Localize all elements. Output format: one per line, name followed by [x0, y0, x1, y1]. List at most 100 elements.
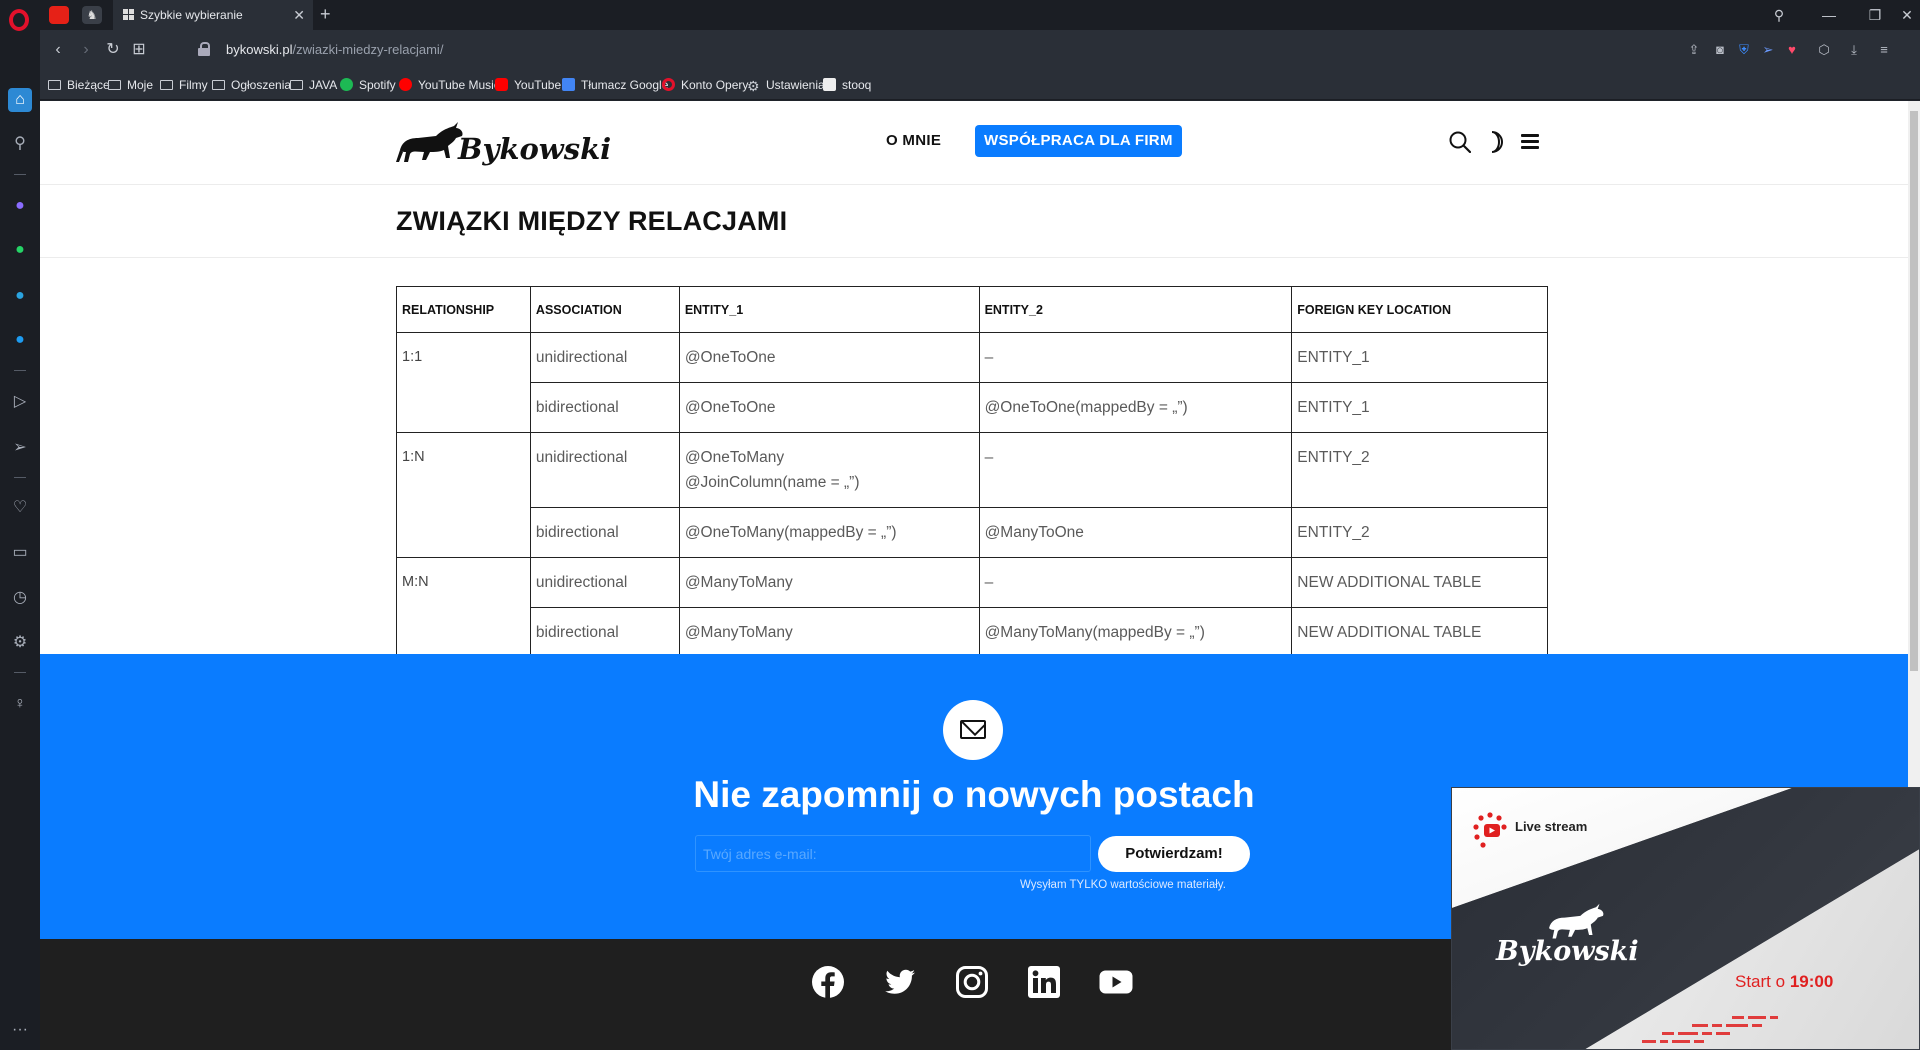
subscribe-button[interactable]: Potwierdzam! — [1098, 836, 1250, 872]
stooq-icon — [823, 78, 836, 91]
reload-button[interactable]: ↻ — [101, 38, 125, 62]
lock-icon — [198, 42, 210, 56]
extensions-icon[interactable]: ⬡ — [1816, 42, 1832, 58]
youtube-tab-icon[interactable] — [49, 6, 69, 24]
folder-icon — [160, 80, 173, 90]
table-cell: unidirectional — [529, 557, 680, 608]
linkedin-icon[interactable] — [1027, 965, 1061, 999]
sidebar-divider — [14, 672, 26, 673]
live-start-hour: 19:00 — [1789, 972, 1834, 991]
bull-tab-icon[interactable]: ♞ — [82, 6, 102, 24]
table-cell: @ManyToMany(mappedBy = „”) — [978, 607, 1293, 658]
back-button[interactable]: ‹ — [46, 38, 70, 62]
url-field[interactable]: bykowski.pl/zwiazki-miedzy-relacjami/ — [226, 42, 443, 57]
bookmark-tlumacz-google[interactable]: Tłumacz Google — [562, 70, 668, 100]
telegram-icon[interactable]: ● — [8, 284, 32, 308]
bookmark-label: YouTube — [514, 78, 562, 92]
column-header: ASSOCIATION — [529, 286, 680, 333]
bookmark-filmy[interactable]: Filmy — [160, 70, 208, 100]
pinboard-heart-icon[interactable]: ♥ — [1784, 42, 1800, 58]
table-cell: – — [978, 557, 1293, 608]
dark-mode-toggle-icon[interactable] — [1483, 130, 1505, 154]
bookmark-moje[interactable]: Moje — [108, 70, 153, 100]
table-cell: – — [978, 432, 1293, 508]
table-cell: @OneToOne — [678, 382, 980, 433]
easy-setup-icon[interactable]: ≡ — [1876, 42, 1892, 58]
search-tabs-icon[interactable]: ⚲ — [1764, 0, 1794, 30]
bookmark-label: stooq — [842, 78, 872, 92]
speed-dial-icon — [123, 9, 134, 20]
table-cell: NEW ADDITIONAL TABLE — [1291, 557, 1548, 608]
hamburger-menu-icon[interactable] — [1521, 134, 1539, 150]
table-cell: ENTITY_1 — [1291, 332, 1548, 383]
youtube-icon[interactable] — [1099, 965, 1133, 999]
vpn-shield-icon[interactable]: ⛨ — [1736, 42, 1752, 58]
table-cell: @OneToMany(mappedBy = „”) — [678, 507, 980, 558]
tab-grid-icon[interactable]: ⊞ — [127, 38, 151, 62]
bookmark-stooq[interactable]: stooq — [823, 70, 871, 100]
column-header: FOREIGN KEY LOCATION — [1291, 286, 1548, 333]
forward-button[interactable]: › — [74, 38, 98, 62]
bookmark-ogloszenia[interactable]: Ogłoszenia — [212, 70, 291, 100]
bookmark-label: Ogłoszenia — [231, 78, 292, 92]
bookmark-java[interactable]: JAVA — [290, 70, 337, 100]
heart-icon[interactable]: ♡ — [8, 496, 32, 520]
opera-logo-icon[interactable] — [9, 9, 29, 31]
new-tab-button[interactable]: + — [320, 0, 331, 28]
twitter-icon[interactable] — [883, 965, 917, 999]
send-icon[interactable]: ➢ — [8, 436, 32, 460]
folder-icon — [48, 80, 61, 90]
brand-logo[interactable]: Bykowski — [396, 119, 611, 167]
table-cell: bidirectional — [529, 382, 680, 433]
twitter-sidebar-icon[interactable]: ● — [8, 328, 32, 352]
restore-button[interactable]: ❐ — [1860, 0, 1890, 30]
bookmark-youtube-music[interactable]: YouTube Music — [399, 70, 500, 100]
table-cell: @OneToOne(mappedBy = „”) — [978, 382, 1293, 433]
folder-icon — [212, 80, 225, 90]
camera-icon[interactable]: ◙ — [1712, 42, 1728, 58]
browser-sidebar: ⌂ ⚲ ● ● ● ● ▷ ➢ ♡ ▭ ◷ ⚙ ♀ ··· — [0, 0, 40, 1050]
whatsapp-icon[interactable]: ● — [8, 238, 32, 262]
tabs-icon[interactable]: ▭ — [8, 541, 32, 565]
tab-speed-dial[interactable]: Szybkie wybieranie ✕ — [113, 0, 313, 30]
table-cell: ENTITY_2 — [1291, 507, 1548, 558]
flow-icon[interactable]: ➢ — [1760, 42, 1776, 58]
bookmark-ustawienia[interactable]: ⚙ Ustawienia — [747, 70, 825, 100]
search-icon[interactable] — [1449, 131, 1471, 153]
bookmark-konto-opery[interactable]: Konto Opery — [662, 70, 748, 100]
download-icon[interactable]: ⤓ — [1846, 42, 1862, 58]
history-icon[interactable]: ◷ — [8, 586, 32, 610]
shopping-bag-icon[interactable]: ⚲ — [8, 132, 32, 156]
relationships-table: RELATIONSHIP ASSOCIATION ENTITY_1 ENTITY… — [396, 286, 1548, 658]
share-icon[interactable]: ⇪ — [1686, 42, 1702, 58]
live-stream-popup[interactable]: Live stream Bykowski Start o 19:00 — [1451, 787, 1920, 1050]
relationship-cell: 1:N — [396, 432, 531, 558]
nav-cooperation-button[interactable]: WSPÓŁPRACA DLA FIRM — [975, 125, 1182, 157]
bookmark-label: Moje — [127, 78, 154, 92]
messenger-icon[interactable]: ● — [8, 194, 32, 218]
player-icon[interactable]: ▷ — [8, 390, 32, 414]
instagram-icon[interactable] — [955, 965, 989, 999]
minimize-button[interactable]: — — [1814, 0, 1844, 30]
email-input[interactable] — [695, 835, 1091, 872]
facebook-icon[interactable] — [811, 965, 845, 999]
bookmark-spotify[interactable]: Spotify — [340, 70, 396, 100]
table-cell: NEW ADDITIONAL TABLE — [1291, 607, 1548, 658]
lightbulb-icon[interactable]: ♀ — [8, 692, 32, 716]
close-window-button[interactable]: ✕ — [1892, 0, 1920, 30]
more-icon[interactable]: ··· — [8, 1018, 32, 1042]
settings-icon[interactable]: ⚙ — [8, 631, 32, 655]
bookmark-biezace[interactable]: Bieżące — [48, 70, 110, 100]
scrollbar-thumb[interactable] — [1910, 111, 1918, 671]
close-tab-icon[interactable]: ✕ — [293, 0, 305, 30]
youtube-icon — [495, 78, 508, 91]
nav-about-link[interactable]: O MNIE — [886, 132, 941, 149]
folder-icon — [290, 80, 303, 90]
sidebar-divider — [14, 477, 26, 478]
opera-icon — [662, 78, 675, 91]
bookmark-youtube[interactable]: YouTube — [495, 70, 561, 100]
tab-bar: ♞ Szybkie wybieranie ✕ + ⚲ — ❐ ✕ — [40, 0, 1920, 30]
bookmark-label: Tłumacz Google — [581, 78, 669, 92]
home-icon[interactable]: ⌂ — [8, 88, 32, 112]
table-cell: @ManyToMany — [678, 557, 980, 608]
